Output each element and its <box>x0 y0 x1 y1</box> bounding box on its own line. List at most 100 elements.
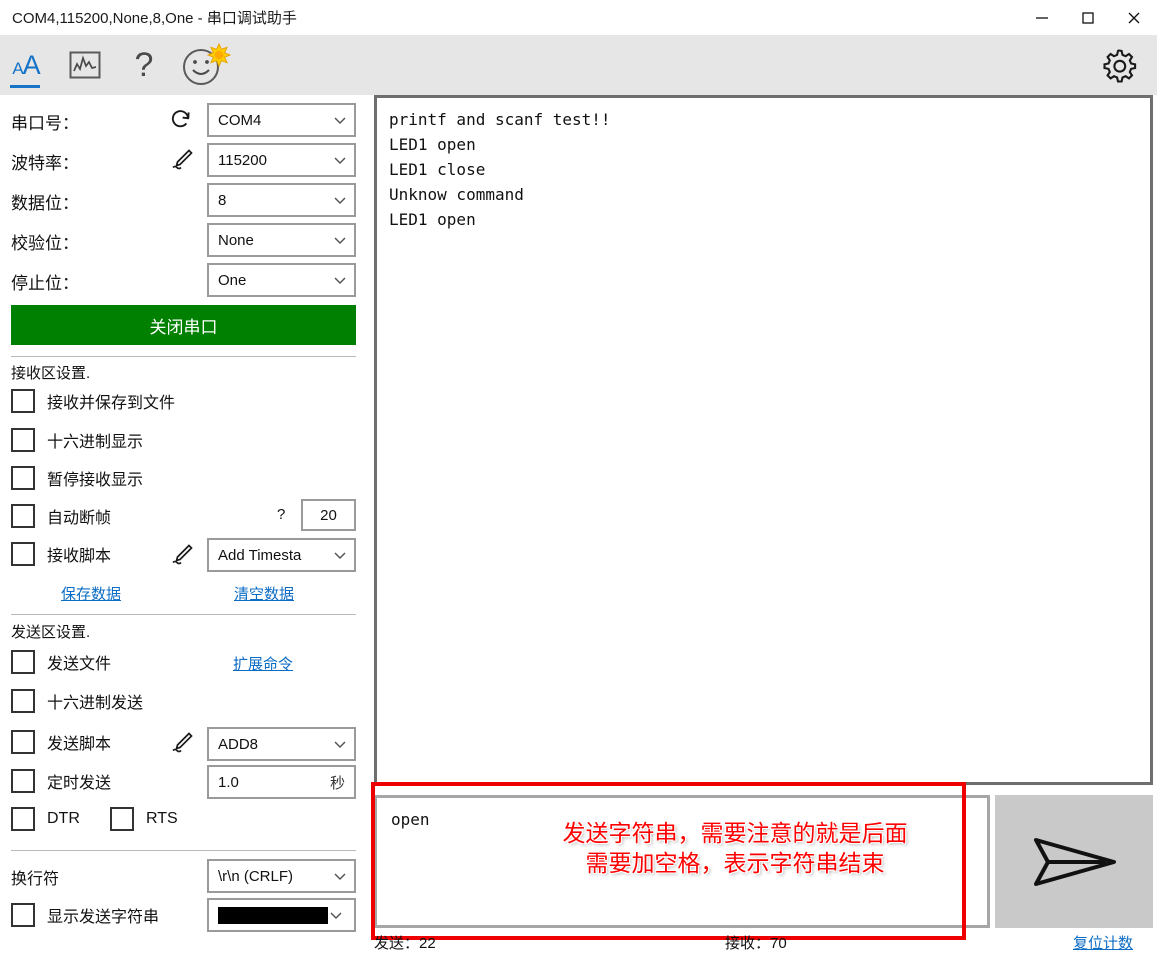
stopbits-label: 停止位： <box>11 273 79 293</box>
checkbox-rts[interactable]: RTS <box>110 804 178 834</box>
gear-icon[interactable] <box>1089 35 1149 95</box>
checkbox-label: 十六进制显示 <box>47 434 144 451</box>
paper-plane-icon <box>1034 837 1116 886</box>
baud-value: 115200 <box>218 151 267 169</box>
parity-combobox[interactable]: None <box>207 223 356 257</box>
checkbox-timed-send[interactable]: 定时发送 <box>11 766 111 796</box>
checkbox-label: 定时发送 <box>47 775 112 792</box>
receive-settings-title: 接收区设置. <box>11 365 91 382</box>
checkbox-hex-send[interactable]: 十六进制发送 <box>11 686 143 716</box>
minimize-button[interactable] <box>1019 0 1065 35</box>
divider-line-ending <box>11 850 356 851</box>
checkbox-box[interactable] <box>11 769 35 793</box>
databits-combobox[interactable]: 8 <box>207 183 356 217</box>
send-textarea[interactable]: open <box>374 795 990 928</box>
checkbox-label: 暂停接收显示 <box>47 472 144 489</box>
checkbox-hex-display[interactable]: 十六进制显示 <box>11 425 143 455</box>
checkbox-send-script[interactable]: 发送脚本 <box>11 727 111 757</box>
extend-command-link[interactable]: 扩展命令 <box>233 653 293 674</box>
help-icon[interactable]: ? <box>118 35 170 95</box>
close-button[interactable] <box>1111 0 1157 35</box>
parity-value: None <box>218 231 254 249</box>
font-size-icon[interactable]: AA <box>0 35 52 95</box>
checkbox-label: 接收并保存到文件 <box>47 395 176 412</box>
checkbox-label: RTS <box>146 810 178 827</box>
checkbox-box[interactable] <box>110 807 134 831</box>
chevron-down-icon <box>334 197 346 205</box>
checkbox-box[interactable] <box>11 903 35 927</box>
stopbits-value: One <box>218 271 247 289</box>
port-label: 串口号： <box>11 113 79 133</box>
refresh-ports-icon[interactable] <box>169 107 193 131</box>
checkbox-dtr[interactable]: DTR <box>11 804 80 834</box>
port-value: COM4 <box>218 111 262 129</box>
checkbox-box[interactable] <box>11 466 35 490</box>
port-combobox[interactable]: COM4 <box>207 103 356 137</box>
clear-data-link[interactable]: 清空数据 <box>234 583 294 604</box>
checkbox-label: 接收脚本 <box>47 548 112 565</box>
chevron-down-icon <box>334 277 346 285</box>
chevron-down-icon <box>334 237 346 245</box>
edit-receive-script-icon[interactable] <box>170 542 194 566</box>
active-tab-indicator <box>10 85 40 88</box>
toggle-port-button[interactable]: 关闭串口 <box>11 305 356 345</box>
receive-textarea[interactable]: printf and scanf test!! LED1 open LED1 c… <box>374 95 1153 785</box>
checkbox-box[interactable] <box>11 504 35 528</box>
checkbox-pause-display[interactable]: 暂停接收显示 <box>11 463 143 493</box>
stopbits-combobox[interactable]: One <box>207 263 356 297</box>
sun-badge <box>206 42 231 68</box>
checkbox-label: 十六进制发送 <box>47 695 144 712</box>
window-title: COM4,115200,None,8,One - 串口调试助手 <box>12 10 297 27</box>
window-controls <box>1019 0 1157 35</box>
checkbox-receive-script[interactable]: 接收脚本 <box>11 539 111 569</box>
send-button[interactable] <box>995 795 1153 928</box>
send-script-combobox[interactable]: ADD8 <box>207 727 356 761</box>
auto-frame-help-icon[interactable]: ? <box>277 506 285 523</box>
auto-frame-input[interactable]: 20 <box>301 499 356 531</box>
checkbox-box[interactable] <box>11 689 35 713</box>
font-icon-large-a: A <box>22 49 41 80</box>
send-settings-title: 发送区设置. <box>11 624 91 641</box>
smiley-icon[interactable] <box>175 35 235 95</box>
save-data-link[interactable]: 保存数据 <box>61 583 121 604</box>
divider-send <box>11 614 356 615</box>
checkbox-box[interactable] <box>11 730 35 754</box>
checkbox-label: DTR <box>47 810 80 827</box>
checkbox-label: 发送脚本 <box>47 736 112 753</box>
checkbox-show-send-string[interactable]: 显示发送字符串 <box>11 900 159 930</box>
font-icon-small-a: A <box>12 58 23 78</box>
serial-debug-window: COM4,115200,None,8,One - 串口调试助手 AA ? 串口号… <box>0 0 1157 956</box>
send-interval-unit: 秒 <box>329 774 345 792</box>
checkbox-auto-frame[interactable]: 自动断帧 <box>11 501 111 531</box>
help-glyph: ? <box>134 46 154 84</box>
settings-sidebar: 串口号： COM4 波特率： 115200 数据位： 8 校验位： None 停… <box>0 95 368 956</box>
checkbox-box[interactable] <box>11 389 35 413</box>
divider-receive <box>11 356 356 357</box>
baud-combobox[interactable]: 115200 <box>207 143 356 177</box>
chevron-down-icon <box>334 552 346 560</box>
line-ending-value: \r\n (CRLF) <box>218 867 293 885</box>
edit-send-script-icon[interactable] <box>170 730 194 754</box>
reset-count-link[interactable]: 复位计数 <box>1073 932 1133 953</box>
checkbox-box[interactable] <box>11 428 35 452</box>
line-ending-combobox[interactable]: \r\n (CRLF) <box>207 859 356 893</box>
databits-label: 数据位： <box>11 193 79 213</box>
send-script-value: ADD8 <box>218 735 259 753</box>
checkbox-save-to-file[interactable]: 接收并保存到文件 <box>11 386 175 416</box>
edit-baud-icon[interactable] <box>170 147 194 171</box>
chevron-down-icon <box>334 873 346 881</box>
checkbox-send-file[interactable]: 发送文件 <box>11 647 111 677</box>
chevron-down-icon <box>334 117 346 125</box>
send-interval-input[interactable]: 1.0 秒 <box>207 765 356 799</box>
send-color-combobox[interactable] <box>207 898 356 932</box>
parity-label: 校验位： <box>11 233 79 253</box>
maximize-button[interactable] <box>1065 0 1111 35</box>
checkbox-box[interactable] <box>11 542 35 566</box>
waveform-icon[interactable] <box>58 35 112 95</box>
receive-script-value: Add Timesta <box>218 546 302 564</box>
checkbox-box[interactable] <box>11 650 35 674</box>
checkbox-box[interactable] <box>11 807 35 831</box>
receive-script-combobox[interactable]: Add Timesta <box>207 538 356 572</box>
color-swatch <box>218 906 328 924</box>
status-bar: 发送：22 接收：70 复位计数 <box>0 928 1157 956</box>
